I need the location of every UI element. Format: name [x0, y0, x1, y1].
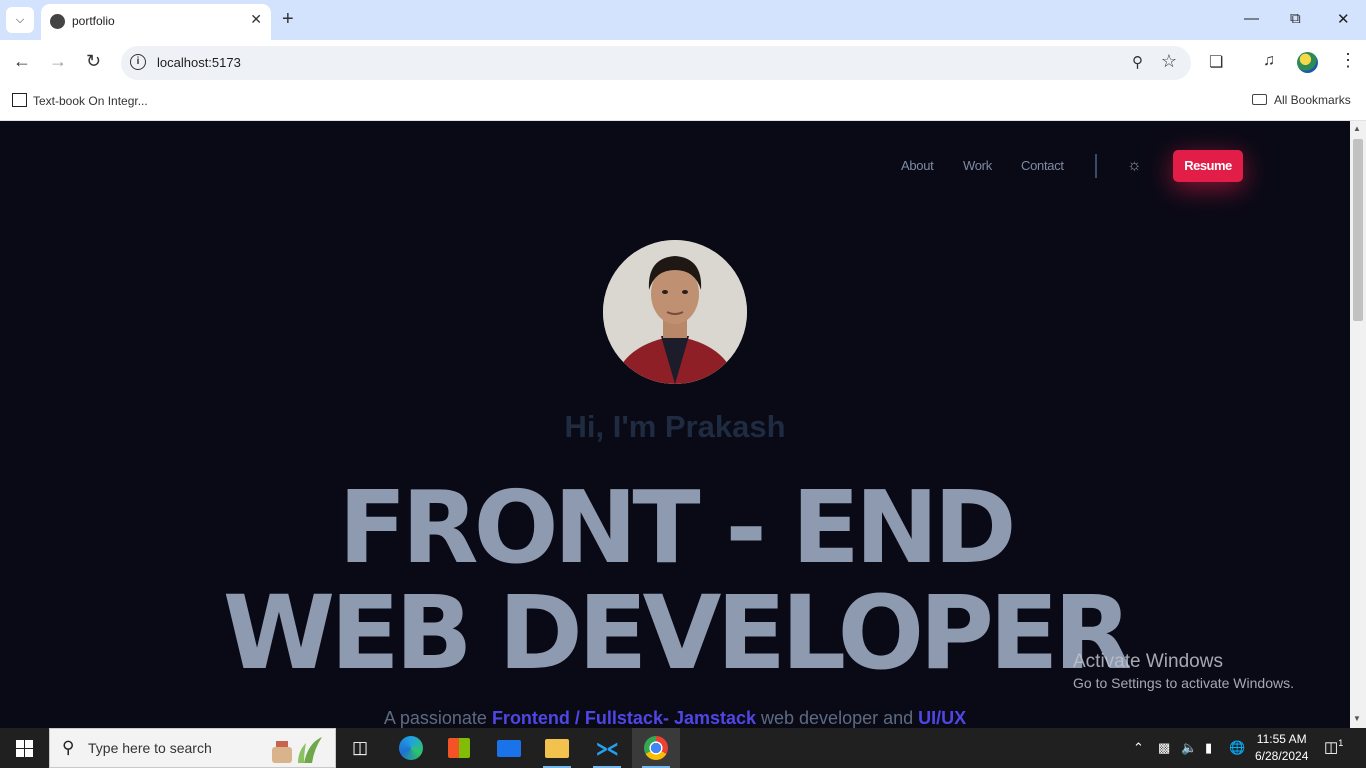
site-info-icon[interactable]: i: [130, 54, 146, 70]
windows-start-button[interactable]: [16, 740, 33, 757]
page-scrollbar[interactable]: ▲ ▼: [1350, 121, 1366, 728]
search-placeholder: Type here to search: [88, 740, 212, 756]
vscode-icon: ⪥: [596, 734, 618, 761]
battery-icon[interactable]: ▮: [1205, 740, 1212, 756]
mail-icon: [497, 739, 521, 757]
search-highlight-art: [272, 737, 322, 763]
nav-divider: [1095, 154, 1097, 178]
browser-tab-bar: ⌵ portfolio ✕ + — ⧉ ✕: [0, 0, 1366, 40]
url-text[interactable]: localhost:5173: [157, 55, 241, 70]
kebab-menu-icon[interactable]: ⋮: [1339, 50, 1357, 71]
bookmark-star-icon[interactable]: ☆: [1161, 51, 1177, 72]
folder-icon: [545, 738, 569, 758]
task-view-icon: ◫: [351, 738, 369, 757]
tab-search-button[interactable]: ⌵: [6, 7, 34, 33]
task-view-button[interactable]: ◫: [336, 728, 384, 768]
scroll-up-icon[interactable]: ▲: [1353, 124, 1361, 133]
all-bookmarks-label: All Bookmarks: [1274, 93, 1351, 107]
taskbar-store[interactable]: [435, 728, 483, 768]
edge-icon: [399, 736, 423, 760]
extensions-icon[interactable]: ❏: [1209, 52, 1223, 72]
clock-time: 11:55 AM: [1256, 732, 1307, 746]
volume-icon[interactable]: 🔈: [1181, 740, 1197, 756]
folder-icon: [1252, 94, 1267, 105]
nav-work-link[interactable]: Work: [963, 158, 992, 173]
scroll-down-icon[interactable]: ▼: [1353, 714, 1361, 723]
zoom-icon[interactable]: ⚲: [1132, 53, 1143, 71]
notification-count: 1: [1338, 738, 1344, 748]
library-icon: [12, 93, 27, 107]
nav-contact-link[interactable]: Contact: [1021, 158, 1064, 173]
network-globe-icon[interactable]: 🌐: [1229, 740, 1245, 756]
tagline-highlight-2: UI/UX: [918, 708, 967, 728]
reload-button[interactable]: ↻: [86, 51, 101, 72]
back-button[interactable]: ←: [13, 51, 31, 72]
bookmark-label: Text-book On Integr...: [33, 94, 148, 108]
notification-center-icon[interactable]: ◫1: [1324, 738, 1343, 756]
forward-button[interactable]: →: [49, 51, 67, 72]
meet-now-icon[interactable]: ▩: [1158, 740, 1170, 756]
chevron-up-icon[interactable]: ⌃: [1133, 740, 1144, 756]
windows-taskbar: ⚲ Type here to search ◫ ⪥ ⌃ ▩ 🔈 ▮ 🌐 11:5…: [0, 728, 1366, 768]
restore-button[interactable]: ⧉: [1290, 10, 1301, 27]
globe-icon: [50, 14, 65, 29]
search-icon: ⚲: [62, 738, 75, 757]
sun-icon[interactable]: ☼: [1127, 157, 1142, 175]
nav-about-link[interactable]: About: [901, 158, 934, 173]
taskbar-edge[interactable]: [387, 728, 435, 768]
profile-photo: [603, 240, 747, 384]
taskbar-chrome[interactable]: [632, 728, 680, 768]
address-bar[interactable]: i localhost:5173 ⚲ ☆: [121, 46, 1191, 80]
close-window-button[interactable]: ✕: [1337, 10, 1350, 28]
media-control-icon[interactable]: ♫: [1263, 52, 1275, 70]
store-icon: [448, 738, 470, 758]
tagline: A passionate Frontend / Fullstack- Jamst…: [0, 708, 1350, 728]
profile-avatar[interactable]: [1297, 52, 1318, 73]
minimize-button[interactable]: —: [1244, 10, 1259, 27]
taskbar-search-box[interactable]: ⚲ Type here to search: [49, 728, 336, 768]
scroll-thumb[interactable]: [1353, 139, 1363, 321]
tagline-highlight-1: Frontend / Fullstack- Jamstack: [491, 708, 757, 728]
clock-date: 6/28/2024: [1255, 749, 1309, 763]
portfolio-page: About Work Contact ☼ Resume Hi, I'm Prak…: [0, 121, 1350, 728]
taskbar-file-explorer[interactable]: [533, 728, 581, 768]
bookmark-item[interactable]: Text-book On Integr...: [12, 93, 148, 108]
tagline-part-2: web developer and: [756, 708, 919, 728]
resume-button[interactable]: Resume: [1173, 150, 1243, 182]
activate-windows-watermark: Activate Windows Go to Settings to activ…: [1073, 651, 1294, 691]
chevron-down-icon: ⌵: [15, 13, 25, 26]
tagline-part-1: A passionate: [383, 708, 492, 728]
system-clock[interactable]: 11:55 AM 6/28/2024: [1255, 731, 1308, 765]
new-tab-button[interactable]: +: [282, 8, 294, 30]
taskbar-mail[interactable]: [485, 728, 533, 768]
greeting-text: Hi, I'm Prakash: [564, 409, 786, 444]
browser-tab-portfolio[interactable]: portfolio ✕: [41, 4, 271, 40]
chrome-icon: [644, 736, 668, 760]
taskbar-vscode[interactable]: ⪥: [583, 728, 631, 768]
bookmarks-bar: Text-book On Integr... All Bookmarks: [0, 86, 1366, 121]
all-bookmarks-button[interactable]: All Bookmarks: [1252, 93, 1351, 107]
tab-title: portfolio: [72, 14, 115, 28]
close-tab-icon[interactable]: ✕: [250, 11, 262, 28]
browser-toolbar: ← → ↻ i localhost:5173 ⚲ ☆ ❏ ♫ ⋮: [0, 40, 1366, 86]
watermark-title: Activate Windows: [1073, 651, 1223, 672]
headline-line-1: FRONT - END: [338, 469, 1016, 586]
watermark-subtitle: Go to Settings to activate Windows.: [1073, 675, 1294, 691]
